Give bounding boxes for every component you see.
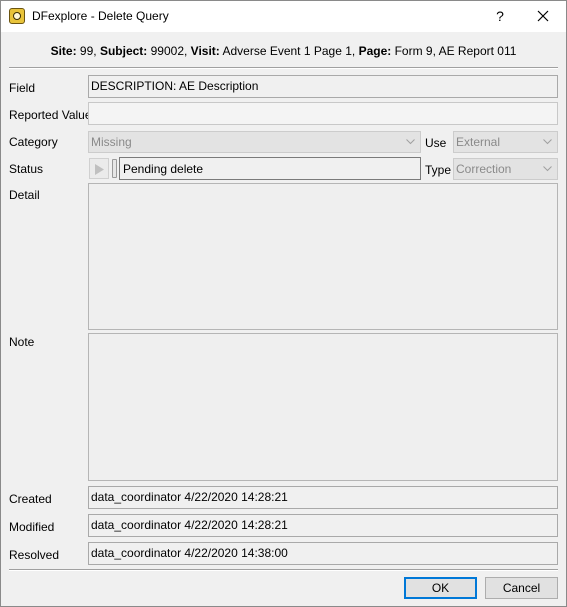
page-label: Page: — [358, 44, 392, 58]
category-selected-value: Missing — [91, 135, 132, 149]
detail-textarea[interactable] — [88, 183, 558, 330]
site-label: Site: — [50, 44, 77, 58]
modified-label: Modified — [9, 520, 55, 534]
field-value: DESCRIPTION: AE Description — [88, 75, 558, 98]
category-select[interactable]: Missing — [88, 131, 421, 153]
close-button[interactable] — [531, 5, 555, 27]
note-textarea[interactable] — [88, 333, 558, 481]
footer-divider — [9, 569, 558, 571]
resolved-label: Resolved — [9, 548, 60, 562]
dfexplore-app-icon — [9, 8, 25, 24]
query-context-header: Site: 99, Subject: 99002, Visit: Adverse… — [1, 44, 566, 58]
note-label: Note — [9, 335, 35, 349]
cancel-button[interactable]: Cancel — [485, 577, 558, 599]
reported-value-field — [88, 102, 558, 125]
created-value: data_coordinator 4/22/2020 14:28:21 — [88, 486, 558, 509]
type-selected-value: Correction — [456, 162, 512, 176]
status-field: Pending delete — [119, 157, 421, 180]
play-icon — [95, 164, 104, 175]
visit-value: Adverse Event 1 Page 1, — [219, 44, 359, 58]
site-value: 99, — [76, 44, 100, 58]
delete-query-dialog: DFexplore - Delete Query ? Site: 99, Sub… — [0, 0, 567, 607]
type-select[interactable]: Correction — [453, 158, 558, 180]
chevron-down-icon — [406, 139, 415, 145]
modified-value: data_coordinator 4/22/2020 14:28:21 — [88, 514, 558, 537]
status-play-button[interactable] — [89, 158, 109, 179]
help-button[interactable]: ? — [489, 5, 511, 27]
category-label: Category — [9, 135, 58, 149]
type-label: Type — [425, 163, 452, 177]
use-label: Use — [425, 136, 447, 150]
subject-label: Subject: — [99, 44, 148, 58]
status-label: Status — [9, 162, 44, 176]
field-label: Field — [9, 81, 36, 95]
visit-label: Visit: — [190, 44, 220, 58]
page-value: Form 9, AE Report 011 — [391, 44, 517, 58]
chevron-down-icon — [543, 139, 552, 145]
status-slider-handle[interactable] — [112, 159, 117, 178]
close-icon — [537, 10, 549, 22]
title-bar: DFexplore - Delete Query ? — [1, 1, 566, 32]
reported-value-label: Reported Value — [9, 108, 92, 122]
ok-button[interactable]: OK — [404, 577, 477, 599]
use-selected-value: External — [456, 135, 501, 149]
created-label: Created — [9, 492, 52, 506]
subject-value: 99002, — [147, 44, 191, 58]
window-title: DFexplore - Delete Query — [32, 9, 169, 23]
detail-label: Detail — [9, 188, 40, 202]
header-divider — [9, 67, 558, 69]
chevron-down-icon — [543, 166, 552, 172]
use-select[interactable]: External — [453, 131, 558, 153]
resolved-value: data_coordinator 4/22/2020 14:38:00 — [88, 542, 558, 565]
